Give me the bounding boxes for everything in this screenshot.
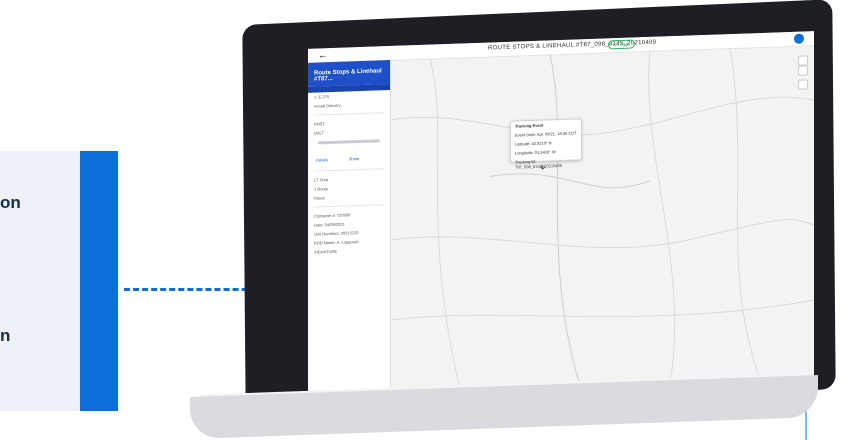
zoom-out-icon[interactable] (798, 65, 808, 76)
truck-marker-icon[interactable]: ⌖ (540, 162, 548, 174)
laptop: ← ROUTE STOPS & LINEHAUL #T87_098_8145_2… (0, 0, 851, 440)
divider (314, 112, 384, 116)
route-heading: Route (314, 195, 325, 201)
route-progress (318, 139, 380, 145)
share-button[interactable]: Share (349, 156, 360, 161)
signature-label: SIGNATURE (314, 248, 338, 255)
destination-label: DALT (314, 130, 324, 136)
details-button[interactable]: Details (316, 157, 328, 162)
status-badge: ON TIME (608, 39, 635, 50)
delivery-type: Actual Delivery (314, 102, 341, 109)
zoom-in-icon[interactable] (798, 55, 808, 66)
map-view[interactable]: Tracking Event Event Date: Apr. 09/21, 1… (389, 45, 814, 392)
back-arrow-icon[interactable]: ← (318, 50, 328, 61)
map-roads (389, 47, 814, 390)
divider (314, 168, 384, 172)
avatar[interactable] (794, 33, 804, 44)
divider (314, 204, 384, 208)
app-display: ← ROUTE STOPS & LINEHAUL #T87_098_8145_2… (308, 31, 814, 395)
layers-icon[interactable] (798, 79, 808, 90)
laptop-screen: ← ROUTE STOPS & LINEHAUL #T87_098_8145_2… (242, 0, 836, 415)
route-sidebar: Route Stops & Linehaul #T87... 1. E-275 … (308, 59, 391, 395)
sidebar-header: Route Stops & Linehaul #T87... (308, 59, 390, 87)
tracking-event-tooltip: Tracking Event Event Date: Apr. 09/21, 1… (510, 118, 582, 170)
